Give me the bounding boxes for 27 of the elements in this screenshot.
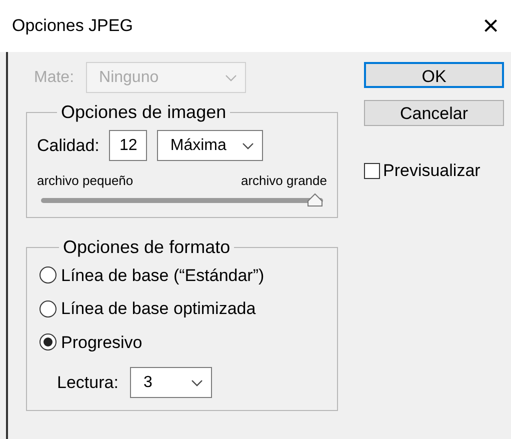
- quality-label: Calidad:: [37, 134, 100, 157]
- slider-max-label: archivo grande: [241, 172, 327, 190]
- radio-label[interactable]: Línea de base optimizada: [61, 296, 256, 322]
- ok-button[interactable]: OK: [364, 62, 504, 88]
- chevron-icon: [191, 378, 204, 386]
- group-legend: Opciones de imagen: [57, 99, 230, 126]
- radio-label[interactable]: Línea de base (“Estándar”): [61, 262, 264, 288]
- window-title: Opciones JPEG: [12, 15, 133, 38]
- quality-input[interactable]: 12: [109, 130, 148, 161]
- slider-thumb[interactable]: [307, 192, 323, 206]
- scans-dropdown[interactable]: 3: [130, 367, 212, 398]
- quality-slider[interactable]: [41, 192, 323, 206]
- radio-button[interactable]: [39, 266, 57, 284]
- checkbox[interactable]: [364, 162, 380, 179]
- radio-button[interactable]: [39, 300, 57, 318]
- cancel-button[interactable]: Cancelar: [364, 100, 504, 126]
- radio-button[interactable]: [39, 333, 57, 352]
- radio-label[interactable]: Progresivo: [61, 330, 142, 355]
- slider-min-label: archivo pequeño: [37, 172, 134, 190]
- matte-label: Mate:: [34, 68, 74, 88]
- chevron-icon: [225, 74, 238, 82]
- chevron-icon: [242, 142, 254, 150]
- close-button[interactable]: ×: [482, 12, 499, 40]
- checkbox-label[interactable]: Previsualizar: [383, 158, 480, 184]
- group-legend: Opciones de formato: [59, 234, 234, 260]
- quality-dropdown[interactable]: Máxima: [157, 130, 264, 161]
- scans-label: Lectura:: [57, 372, 118, 394]
